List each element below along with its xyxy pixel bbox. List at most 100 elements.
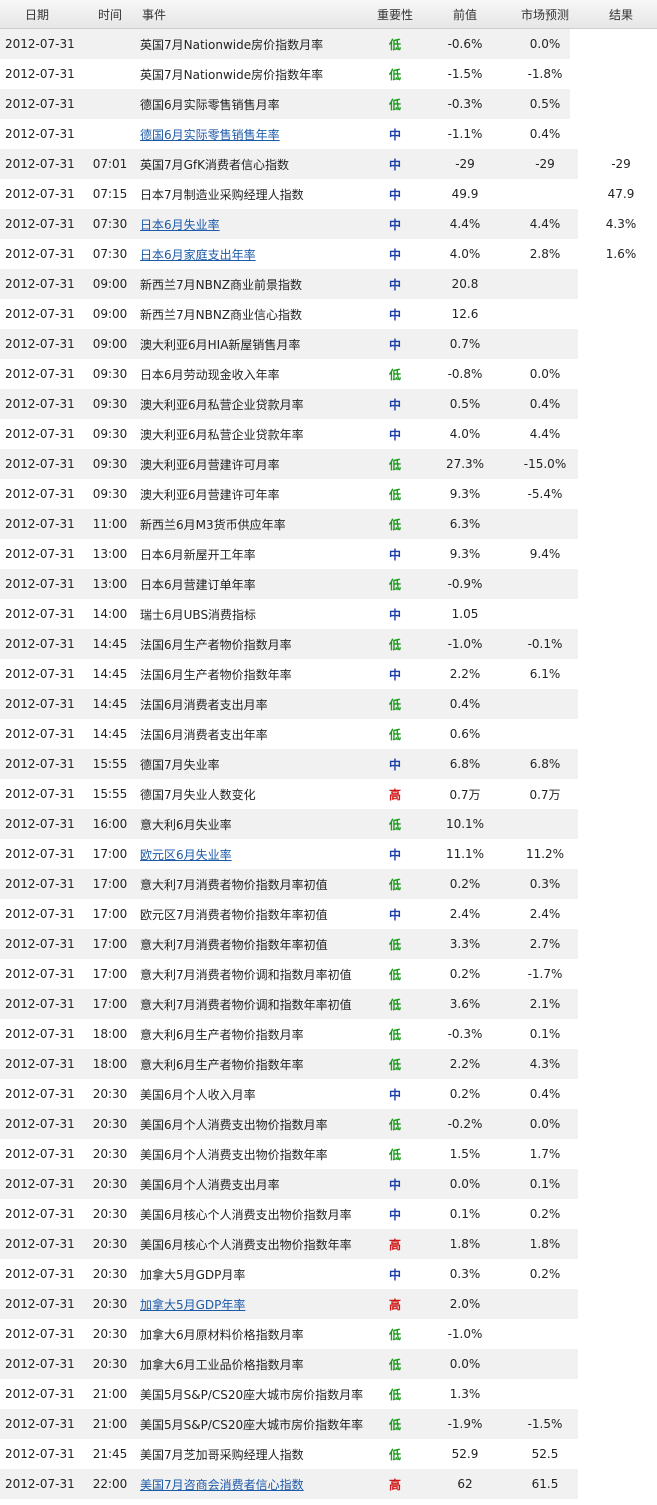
row-date: 2012-07-31 <box>5 367 75 381</box>
row-forecast: 6.1% <box>529 667 561 681</box>
row-previous: 0.3% <box>449 1267 481 1281</box>
row-previous: 2.4% <box>449 907 481 921</box>
importance-badge: 中 <box>388 337 401 352</box>
row-event: 美国7月芝加哥采购经理人指数 <box>140 1447 304 1462</box>
importance-badge: 中 <box>388 1207 401 1222</box>
table-row: 2012-07-31 07:15 日本7月制造业采购经理人指数 中 49.9 47.9 <box>0 179 657 209</box>
row-result: -29 <box>611 157 631 171</box>
row-time: 20:30 <box>92 1147 128 1161</box>
row-previous: 1.8% <box>449 1237 481 1251</box>
row-forecast: 0.1% <box>529 1177 561 1191</box>
row-date: 2012-07-31 <box>5 907 75 921</box>
row-forecast: 0.2% <box>529 1267 561 1281</box>
row-forecast: 0.4% <box>529 397 561 411</box>
row-previous: 0.2% <box>449 967 481 981</box>
row-event-link[interactable]: 欧元区6月失业率 <box>137 846 365 863</box>
row-date: 2012-07-31 <box>5 457 75 471</box>
header-previous: 前值 <box>452 7 477 22</box>
table-row: 2012-07-31 德国6月实际零售销售月率 低 -0.3% 0.5% <box>0 89 657 119</box>
row-event-link[interactable]: 美国7月咨商会消费者信心指数 <box>137 1476 365 1493</box>
row-date: 2012-07-31 <box>5 1417 75 1431</box>
table-row: 2012-07-31 17:00 欧元区7月消费者物价指数年率初值 中 2.4% 2.4% <box>0 899 657 929</box>
importance-badge: 中 <box>388 757 401 772</box>
table-row: 2012-07-31 18:00 意大利6月生产者物价指数年率 低 2.2% 4.3% <box>0 1049 657 1079</box>
row-event-link[interactable]: 德国6月实际零售销售年率 <box>137 126 365 143</box>
row-result: 47.9 <box>607 187 635 201</box>
table-row: 2012-07-31 17:00 欧元区6月失业率 中 11.1% 11.2% <box>0 839 657 869</box>
importance-badge: 低 <box>388 637 401 652</box>
row-forecast: 2.7% <box>529 937 561 951</box>
row-time: 09:30 <box>92 457 128 471</box>
importance-badge: 中 <box>388 607 401 622</box>
row-date: 2012-07-31 <box>5 187 75 201</box>
row-event: 美国6月核心个人消费支出物价指数年率 <box>140 1237 352 1252</box>
row-previous: 2.2% <box>449 1057 481 1071</box>
importance-badge: 低 <box>388 967 401 982</box>
importance-badge: 中 <box>388 307 401 322</box>
row-time: 17:00 <box>92 907 128 921</box>
table-row: 2012-07-31 07:30 日本6月失业率 中 4.4% 4.4% 4.3% <box>0 209 657 239</box>
row-time: 21:45 <box>92 1447 128 1461</box>
table-row: 2012-07-31 21:00 美国5月S&P/CS20座大城市房价指数年率 低 -1… <box>0 1409 657 1439</box>
importance-badge: 低 <box>388 1417 401 1432</box>
importance-badge: 低 <box>388 997 401 1012</box>
row-previous: 27.3% <box>445 457 485 471</box>
row-event: 意大利6月生产者物价指数月率 <box>140 1027 304 1042</box>
importance-badge: 低 <box>388 817 401 832</box>
row-forecast: 61.5 <box>531 1477 559 1491</box>
importance-badge: 高 <box>388 1297 401 1312</box>
table-row: 2012-07-31 09:30 日本6月劳动现金收入年率 低 -0.8% 0.0% <box>0 359 657 389</box>
importance-badge: 低 <box>388 457 401 472</box>
table-row: 2012-07-31 15:55 德国7月失业人数变化 高 0.7万 0.7万 <box>0 779 657 809</box>
row-forecast: 4.4% <box>529 217 561 231</box>
row-event: 法国6月生产者物价指数月率 <box>140 637 292 652</box>
row-previous: 0.0% <box>449 1177 481 1191</box>
importance-badge: 中 <box>388 127 401 142</box>
row-previous: 2.0% <box>449 1297 481 1311</box>
row-result: 4.3% <box>605 217 637 231</box>
row-event: 德国7月失业率 <box>140 757 220 772</box>
table-row: 2012-07-31 09:00 新西兰7月NBNZ商业信心指数 中 12.6 <box>0 299 657 329</box>
table-row: 2012-07-31 07:01 英国7月GfK消费者信心指数 中 -29 -29 -29 <box>0 149 657 179</box>
row-previous: 0.2% <box>449 877 481 891</box>
header-time: 时间 <box>97 7 122 22</box>
row-event-link[interactable]: 加拿大5月GDP年率 <box>137 1296 365 1313</box>
row-forecast: 0.3% <box>529 877 561 891</box>
row-event: 意大利6月生产者物价指数年率 <box>140 1057 304 1072</box>
row-date: 2012-07-31 <box>5 817 75 831</box>
importance-badge: 中 <box>388 667 401 682</box>
row-time: 15:55 <box>92 757 128 771</box>
row-date: 2012-07-31 <box>5 307 75 321</box>
row-date: 2012-07-31 <box>5 217 75 231</box>
row-previous: 0.7% <box>449 337 481 351</box>
row-date: 2012-07-31 <box>5 1267 75 1281</box>
row-date: 2012-07-31 <box>5 97 75 111</box>
row-forecast: 0.0% <box>529 367 561 381</box>
importance-badge: 中 <box>388 427 401 442</box>
table-row: 2012-07-31 英国7月Nationwide房价指数年率 低 -1.5% -1.8… <box>0 59 657 89</box>
row-date: 2012-07-31 <box>5 397 75 411</box>
row-forecast: 11.2% <box>525 847 565 861</box>
row-event: 美国5月S&P/CS20座大城市房价指数年率 <box>140 1417 364 1432</box>
row-event-link[interactable]: 日本6月家庭支出年率 <box>137 246 365 263</box>
row-event: 澳大利亚6月私营企业贷款年率 <box>140 427 304 442</box>
row-event: 意大利7月消费者物价指数月率初值 <box>140 877 328 892</box>
row-previous: 4.0% <box>449 247 481 261</box>
table-row: 2012-07-31 13:00 日本6月新屋开工年率 中 9.3% 9.4% <box>0 539 657 569</box>
table-header: 日期 时间 事件 重要性 前值 市场预测 结果 <box>0 0 657 29</box>
row-date: 2012-07-31 <box>5 637 75 651</box>
row-time: 09:00 <box>92 277 128 291</box>
row-event: 美国6月个人消费支出物价指数年率 <box>140 1147 328 1162</box>
table-row: 2012-07-31 09:30 澳大利亚6月私营企业贷款月率 中 0.5% 0.4% <box>0 389 657 419</box>
row-event: 澳大利亚6月私营企业贷款月率 <box>140 397 304 412</box>
table-row: 2012-07-31 17:00 意大利7月消费者物价调和指数年率初值 低 3.6% 2.… <box>0 989 657 1019</box>
importance-badge: 中 <box>388 1087 401 1102</box>
importance-badge: 低 <box>388 37 401 52</box>
importance-badge: 低 <box>388 1387 401 1402</box>
row-event-link[interactable]: 日本6月失业率 <box>137 216 365 233</box>
row-date: 2012-07-31 <box>5 127 75 141</box>
table-row: 2012-07-31 14:45 法国6月消费者支出月率 低 0.4% <box>0 689 657 719</box>
row-event: 美国6月个人消费支出物价指数月率 <box>140 1117 328 1132</box>
row-forecast: 2.4% <box>529 907 561 921</box>
table-row: 2012-07-31 14:00 瑞士6月UBS消费指标 中 1.05 <box>0 599 657 629</box>
